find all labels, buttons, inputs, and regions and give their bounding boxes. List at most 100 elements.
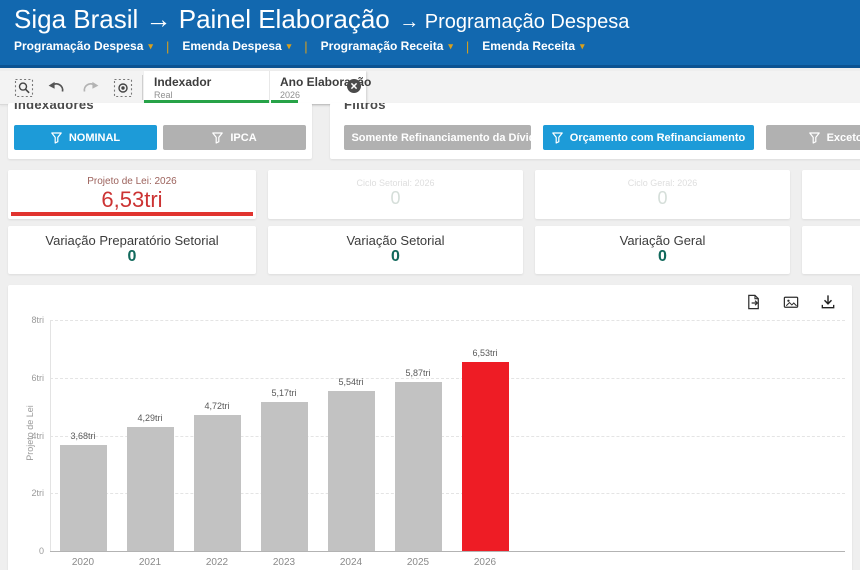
filtros-buttons: Somente Refinanciamento da Dívida Orçamen… (344, 125, 856, 150)
kpi-label: Projeto de Lei: 2026 (8, 176, 256, 187)
x-tick-label: 2026 (455, 557, 515, 568)
filter-button-exceto-ref[interactable]: Exceto Ref (766, 125, 860, 150)
x-tick-label: 2022 (187, 557, 247, 568)
y-tick-label: 0 (10, 546, 44, 556)
chart-card: Projeto de Lei 02tri4tri6tri8tri3,68tri2… (8, 285, 852, 570)
export-data-icon[interactable] (744, 292, 764, 312)
filter-button-label: Somente Refinanciamento da Dívida (351, 132, 531, 144)
kpi-card-projeto-de-lei-2026: Projeto de Lei: 20266,53tri (8, 170, 256, 219)
bar-value-label: 4,29tri (120, 413, 180, 423)
funnel-icon (51, 132, 62, 144)
app-root: Siga Brasil → Painel Elaboração → Progra… (0, 0, 860, 570)
toolbar-divider (142, 75, 143, 100)
bar-2022[interactable] (194, 415, 241, 551)
kpi-value: 0 (268, 189, 523, 208)
x-tick-label: 2020 (53, 557, 113, 568)
nav-item-emenda-receita[interactable]: Emenda Receita▾ (482, 39, 584, 53)
kpi-label: Ciclo Setorial: 2026 (268, 178, 523, 188)
y-tick-label: 4tri (10, 431, 44, 441)
gridline (50, 320, 845, 321)
filter-button-label: Orçamento com Refinanciamento (570, 132, 745, 144)
nav-item-programacao-despesa[interactable]: Programação Despesa ▾ (14, 39, 153, 53)
page-title: Siga Brasil → Painel Elaboração → Progra… (14, 5, 860, 35)
nav-separator: | (304, 39, 307, 54)
chevron-down-icon: ▾ (287, 41, 292, 51)
app-nav: Programação Despesa ▾ | Emenda Despesa▾ | Pro… (14, 39, 860, 54)
bar-value-label: 4,72tri (187, 401, 247, 411)
nav-item-label: Programação Despesa (14, 39, 143, 53)
kpi-value: 0 (8, 249, 256, 266)
kpi-card-ciclo-geral-2026: Ciclo Geral: 20260 (535, 170, 790, 219)
kpi-label: Variação Setorial (268, 233, 523, 248)
panel-title-filtros: Filtros (344, 103, 856, 112)
chevron-down-icon: ▾ (580, 41, 585, 51)
selection-toolbar: IndexadorRealAno Elaboração2026 (0, 71, 860, 105)
smart-search-icon[interactable] (12, 76, 36, 100)
indexadores-buttons: NOMINAL IPCA (14, 125, 306, 150)
nav-item-programacao-receita[interactable]: Programação Receita ▾ (321, 39, 453, 53)
bar-2026[interactable] (462, 362, 509, 551)
kpi-value: 0 (535, 249, 790, 266)
chevron-down-icon: ▾ (448, 41, 453, 51)
kpi-card-partial (802, 170, 860, 219)
step-forward-icon[interactable] (78, 76, 102, 100)
filter-button-label: Exceto Ref (827, 132, 860, 144)
filter-button-somente-refinanciamento-da-divida[interactable]: Somente Refinanciamento da Dívida (344, 125, 531, 150)
bar-2023[interactable] (261, 402, 308, 551)
kpi-card-variacao-geral: Variação Geral0 (535, 226, 790, 274)
kpi-card-ciclo-setorial-2026: Ciclo Setorial: 20260 (268, 170, 523, 219)
bar-value-label: 5,17tri (254, 388, 314, 398)
panel-indexadores: Indexadores NOMINAL IPCA (8, 103, 312, 159)
nav-separator: | (166, 39, 169, 54)
kpi-highlight-bar (11, 212, 253, 216)
kpi-card-variacao-preparatorio-setorial: Variação Preparatório Setorial0 (8, 226, 256, 274)
x-axis-line (50, 551, 845, 552)
bar-value-label: 6,53tri (455, 348, 515, 358)
nav-item-emenda-despesa[interactable]: Emenda Despesa▾ (182, 39, 291, 53)
funnel-icon (809, 132, 820, 144)
snapshot-icon[interactable] (781, 292, 801, 312)
kpi-row-1: Projeto de Lei: 20266,53triCiclo Setoria… (8, 170, 860, 219)
panel-title-clip: Indexadores (14, 103, 306, 113)
y-tick-label: 8tri (10, 315, 44, 325)
selections-tool-icon[interactable] (111, 76, 135, 100)
chevron-down-icon: ▾ (148, 41, 153, 51)
filter-button-nominal[interactable]: NOMINAL (14, 125, 157, 150)
x-tick-label: 2025 (388, 557, 448, 568)
x-tick-label: 2023 (254, 557, 314, 568)
bar-2024[interactable] (328, 391, 375, 551)
y-tick-label: 6tri (10, 373, 44, 383)
filter-button-ipca[interactable]: IPCA (163, 125, 306, 150)
kpi-card-variacao-setorial: Variação Setorial0 (268, 226, 523, 274)
panel-title-indexadores: Indexadores (14, 103, 306, 112)
chart-toolbar (744, 292, 838, 312)
filter-button-label: NOMINAL (69, 132, 120, 144)
bar-2025[interactable] (395, 382, 442, 551)
selection-chip-ano-elaboracao[interactable]: Ano Elaboração2026 (270, 71, 366, 104)
x-tick-label: 2024 (321, 557, 381, 568)
nav-item-label: Programação Receita (321, 39, 444, 53)
funnel-icon (212, 132, 223, 144)
kpi-card-partial (802, 226, 860, 274)
selection-field: Indexador (154, 75, 259, 89)
filter-button-orcamento-com-refinanciamento[interactable]: Orçamento com Refinanciamento (543, 125, 754, 150)
bar-chart: Projeto de Lei 02tri4tri6tri8tri3,68tri2… (8, 285, 852, 570)
bar-value-label: 5,87tri (388, 368, 448, 378)
page-title-secondary: → Programação Despesa (399, 11, 629, 33)
selection-value: Real (154, 90, 259, 100)
gridline (50, 378, 845, 379)
bar-value-label: 5,54tri (321, 377, 381, 387)
download-icon[interactable] (818, 292, 838, 312)
kpi-label: Ciclo Geral: 2026 (535, 178, 790, 188)
bar-2021[interactable] (127, 427, 174, 551)
bar-2020[interactable] (60, 445, 107, 551)
kpi-label: Variação Geral (535, 233, 790, 248)
x-tick-label: 2021 (120, 557, 180, 568)
toolbar-icons (0, 71, 141, 104)
nav-separator: | (466, 39, 469, 54)
selection-field: Ano Elaboração (280, 75, 340, 89)
selection-chip-indexador[interactable]: IndexadorReal (144, 71, 270, 104)
clear-selection-button[interactable] (346, 78, 362, 94)
kpi-value: 0 (268, 249, 523, 266)
step-back-icon[interactable] (45, 76, 69, 100)
